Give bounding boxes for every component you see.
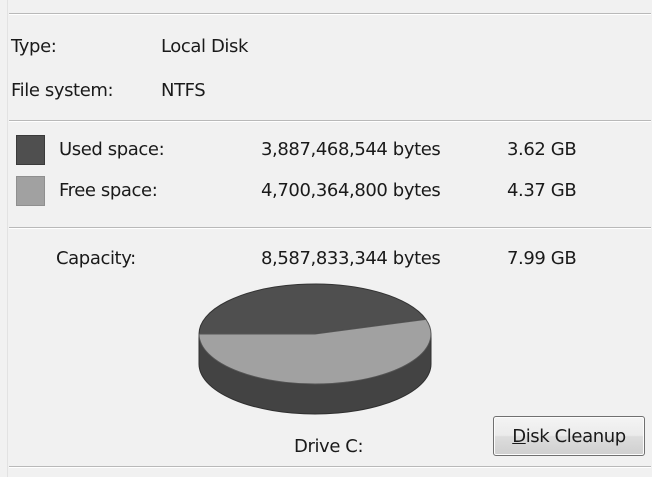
separator-space — [9, 120, 651, 122]
used-space-bytes: 3,887,468,544 bytes — [261, 139, 441, 160]
free-space-swatch — [16, 176, 45, 206]
pie-chart-svg — [198, 283, 432, 415]
capacity-label: Capacity: — [56, 248, 136, 269]
panel-border — [7, 0, 8, 477]
file-system-value: NTFS — [161, 80, 206, 101]
disk-cleanup-button[interactable]: Disk Cleanup — [493, 416, 645, 456]
type-label: Type: — [11, 36, 57, 57]
free-space-label: Free space: — [59, 180, 158, 201]
disk-cleanup-label: isk Cleanup — [525, 425, 626, 447]
type-value: Local Disk — [161, 36, 249, 57]
top-separator — [9, 13, 651, 15]
free-space-bytes: 4,700,364,800 bytes — [261, 180, 441, 201]
used-space-swatch — [16, 135, 45, 165]
capacity-size: 7.99 GB — [507, 248, 577, 269]
used-space-size: 3.62 GB — [507, 139, 577, 160]
disk-usage-pie-chart — [180, 282, 450, 432]
free-space-size: 4.37 GB — [507, 180, 577, 201]
disk-cleanup-accel-letter: D — [512, 425, 526, 447]
capacity-bytes: 8,587,833,344 bytes — [261, 248, 441, 269]
used-space-label: Used space: — [59, 139, 165, 160]
file-system-label: File system: — [11, 80, 114, 101]
bottom-separator — [9, 466, 651, 468]
drive-label: Drive C: — [294, 436, 364, 457]
separator-capacity — [9, 227, 651, 229]
